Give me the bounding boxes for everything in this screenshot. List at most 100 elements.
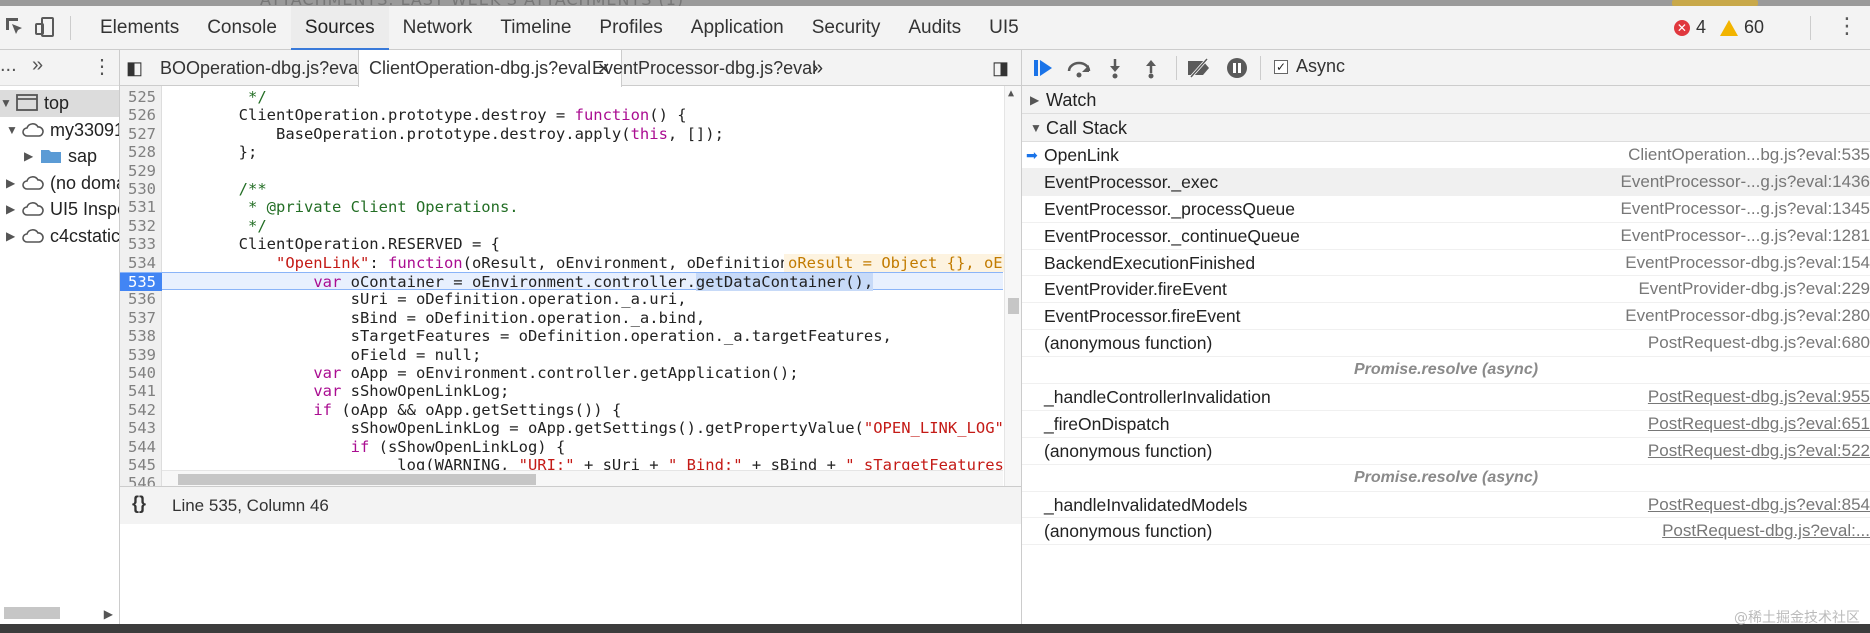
call-frame-location[interactable]: PostRequest-dbg.js?eval:651: [1648, 411, 1870, 438]
call-frame-location[interactable]: EventProcessor-dbg.js?eval:154: [1625, 250, 1870, 277]
call-frame[interactable]: (anonymous function) PostRequest-dbg.js?e…: [1022, 438, 1870, 465]
code-line[interactable]: 528 };: [120, 143, 1003, 161]
collapse-triangle-icon[interactable]: ▼: [6, 117, 18, 144]
line-number[interactable]: 531: [120, 198, 156, 216]
code-line[interactable]: 526 ClientOperation.prototype.destroy = …: [120, 106, 1003, 124]
resume-icon[interactable]: [1032, 54, 1054, 85]
tab-console[interactable]: Console: [193, 6, 291, 50]
more-tabs-chevron-icon[interactable]: »: [802, 50, 833, 86]
line-number[interactable]: 532: [120, 217, 156, 235]
code-line[interactable]: 544 if (sShowOpenLinkLog) {: [120, 438, 1003, 456]
editor-tab-booperation[interactable]: BOOperation-dbg.js?eval: [150, 50, 372, 86]
code-line[interactable]: 529: [120, 162, 1003, 180]
code-line[interactable]: 543 sShowOpenLinkLog = oApp.getSettings(…: [120, 419, 1021, 437]
call-frame-location[interactable]: EventProcessor-...g.js?eval:1281: [1621, 223, 1870, 250]
line-number[interactable]: 530: [120, 180, 156, 198]
chevron-more-icon[interactable]: »: [32, 54, 43, 77]
code-line[interactable]: 535 var oContainer = oEnvironment.contro…: [120, 272, 1003, 292]
line-number[interactable]: 534: [120, 254, 156, 272]
call-frame[interactable]: ➡ OpenLink ClientOperation...bg.js?eval:53…: [1022, 142, 1870, 169]
code-line[interactable]: 537 sBind = oDefinition.operation._a.bin…: [120, 309, 1003, 327]
tab-security[interactable]: Security: [798, 6, 895, 50]
call-frame[interactable]: EventProcessor._continueQueue EventProces…: [1022, 223, 1870, 250]
breakpoint-marker[interactable]: 535: [120, 273, 162, 292]
tree-item[interactable]: ▶ (no doma: [0, 170, 119, 197]
code-line[interactable]: 530 /**: [120, 180, 1003, 198]
code-line[interactable]: 536 sUri = oDefinition.operation._a.uri,: [120, 290, 1003, 308]
call-frame-location[interactable]: EventProcessor-...g.js?eval:1345: [1621, 196, 1870, 223]
line-number[interactable]: 525: [120, 88, 156, 106]
line-number[interactable]: 537: [120, 309, 156, 327]
code-line[interactable]: 542 if (oApp && oApp.getSettings()) {: [120, 401, 1003, 419]
tree-item[interactable]: ▶ sap: [0, 143, 119, 170]
line-number[interactable]: 536: [120, 290, 156, 308]
tree-item[interactable]: ▼ my330918: [0, 117, 119, 144]
async-checkbox[interactable]: ✓ Async: [1274, 56, 1345, 77]
call-frame[interactable]: BackendExecutionFinished EventProcessor-d…: [1022, 250, 1870, 277]
device-mode-icon[interactable]: [32, 14, 58, 40]
inspect-element-icon[interactable]: [2, 14, 28, 40]
call-frame-location[interactable]: ClientOperation...bg.js?eval:535: [1628, 142, 1870, 169]
tab-timeline[interactable]: Timeline: [486, 6, 585, 50]
call-frame[interactable]: EventProcessor._processQueue EventProcess…: [1022, 196, 1870, 223]
tree-item[interactable]: ▼ top: [0, 90, 119, 117]
tab-application[interactable]: Application: [677, 6, 798, 50]
editor-hscrollbar[interactable]: [162, 470, 1003, 486]
tab-audits[interactable]: Audits: [894, 6, 975, 50]
call-frame-location[interactable]: PostRequest-dbg.js?eval:854: [1648, 492, 1870, 519]
navigator-hscrollbar[interactable]: [4, 607, 60, 619]
expand-triangle-icon[interactable]: ▶: [6, 223, 15, 250]
editor-vscrollbar[interactable]: ▲ ▼: [1004, 86, 1021, 506]
toggle-debugger-icon[interactable]: ◨: [982, 50, 1019, 86]
line-number[interactable]: 545: [120, 456, 156, 474]
tab-profiles[interactable]: Profiles: [585, 6, 676, 50]
line-number[interactable]: 529: [120, 162, 156, 180]
tree-item[interactable]: ▶ c4cstatic.h: [0, 223, 119, 250]
code-line[interactable]: 531 * @private Client Operations.: [120, 198, 1003, 216]
line-number[interactable]: 544: [120, 438, 156, 456]
line-number[interactable]: 526: [120, 106, 156, 124]
line-number[interactable]: 538: [120, 327, 156, 345]
call-frame[interactable]: EventProvider.fireEvent EventProvider-dbg…: [1022, 276, 1870, 304]
collapse-triangle-icon[interactable]: ▼: [0, 90, 12, 117]
call-frame-location[interactable]: PostRequest-dbg.js?eval:955: [1648, 384, 1870, 411]
callstack-section-header[interactable]: ▼ Call Stack: [1022, 114, 1870, 142]
pretty-print-button[interactable]: {}: [132, 493, 146, 514]
line-number[interactable]: 533: [120, 235, 156, 253]
scroll-up-icon[interactable]: ▲: [1008, 88, 1014, 99]
call-frame[interactable]: _handleInvalidatedModels PostRequest-dbg.…: [1022, 492, 1870, 519]
step-out-icon[interactable]: [1142, 54, 1160, 85]
tree-item[interactable]: ▶ UI5 Inspec: [0, 196, 119, 223]
call-frame[interactable]: _handleControllerInvalidation PostRequest…: [1022, 384, 1870, 411]
line-number[interactable]: 539: [120, 346, 156, 364]
call-frame-location[interactable]: PostRequest-dbg.js?eval:...: [1662, 518, 1870, 545]
call-frame-location[interactable]: EventProcessor-...g.js?eval:1436: [1621, 169, 1870, 196]
tab-network[interactable]: Network: [389, 6, 487, 50]
deactivate-breakpoints-icon[interactable]: [1186, 54, 1212, 85]
call-frame[interactable]: EventProcessor.fireEvent EventProcessor-d…: [1022, 303, 1870, 331]
tab-sources[interactable]: Sources: [290, 6, 389, 50]
expand-triangle-icon[interactable]: ▶: [6, 170, 15, 197]
watch-section-header[interactable]: ▶ Watch: [1022, 86, 1870, 114]
navigator-tab-more[interactable]: ...: [0, 54, 17, 77]
line-number[interactable]: 540: [120, 364, 156, 382]
code-line[interactable]: 538 sTargetFeatures = oDefinition.operat…: [120, 327, 1003, 345]
line-number[interactable]: 541: [120, 382, 156, 400]
tab-elements[interactable]: Elements: [86, 6, 193, 50]
tab-ui5[interactable]: UI5: [975, 6, 1033, 50]
console-counts[interactable]: ✕ 4 60: [1673, 17, 1764, 38]
call-frame-location[interactable]: PostRequest-dbg.js?eval:680: [1648, 330, 1870, 357]
call-frame-location[interactable]: EventProcessor-dbg.js?eval:280: [1625, 303, 1870, 330]
call-frame[interactable]: _fireOnDispatch PostRequest-dbg.js?eval:6…: [1022, 411, 1870, 438]
code-line[interactable]: 532 */: [120, 217, 1003, 235]
call-frame[interactable]: EventProcessor._exec EventProcessor-...g.…: [1022, 168, 1870, 196]
line-number[interactable]: 543: [120, 419, 156, 437]
call-frame[interactable]: (anonymous function) PostRequest-dbg.js?e…: [1022, 330, 1870, 358]
navigator-menu-icon[interactable]: ⋮: [92, 54, 112, 79]
step-over-icon[interactable]: [1066, 54, 1092, 85]
expand-triangle-icon[interactable]: ▶: [24, 143, 33, 170]
code-line[interactable]: 527 BaseOperation.prototype.destroy.appl…: [120, 125, 1003, 143]
editor-tab-eventprocessor[interactable]: EventProcessor-dbg.js?eval: [582, 50, 826, 86]
code-line[interactable]: 533 ClientOperation.RESERVED = {: [120, 235, 1003, 253]
expand-triangle-icon[interactable]: ▶: [6, 196, 15, 223]
